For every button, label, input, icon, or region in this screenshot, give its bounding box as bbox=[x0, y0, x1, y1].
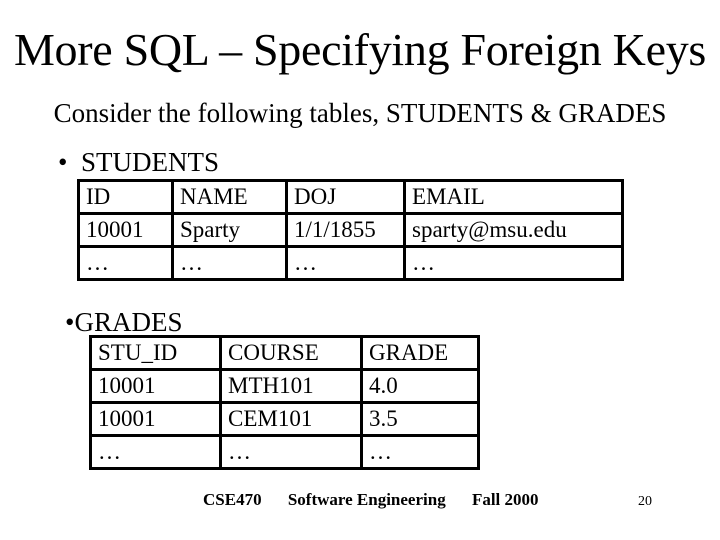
header-cell: GRADE bbox=[360, 335, 480, 371]
footer-course: CSE470 bbox=[203, 490, 262, 509]
header-cell: DOJ bbox=[285, 179, 406, 215]
footer-subject: Software Engineering bbox=[287, 490, 446, 509]
header-cell: STU_ID bbox=[89, 335, 222, 371]
bullet-label: STUDENTS bbox=[80, 147, 219, 177]
header-cell: EMAIL bbox=[403, 179, 624, 215]
bullet-grades: •GRADES bbox=[65, 306, 182, 338]
slide-subtitle: Consider the following tables, STUDENTS … bbox=[53, 98, 667, 128]
table-header-row: STU_ID COURSE GRADE bbox=[89, 335, 480, 371]
table-row: … … … bbox=[89, 434, 480, 470]
header-cell: NAME bbox=[171, 179, 288, 215]
table-cell: … bbox=[285, 245, 406, 281]
table-cell: … bbox=[89, 434, 222, 470]
table-cell: … bbox=[403, 245, 624, 281]
bullet-label: GRADES bbox=[74, 307, 183, 337]
table-row: … … … … bbox=[77, 245, 624, 281]
table-cell: … bbox=[219, 434, 363, 470]
header-cell: COURSE bbox=[219, 335, 363, 371]
table-cell: … bbox=[360, 434, 480, 470]
header-cell: ID bbox=[77, 179, 174, 215]
table-cell: … bbox=[77, 245, 174, 281]
table-row: 10001 CEM101 3.5 bbox=[89, 401, 480, 437]
slide-title: More SQL – Specifying Foreign Keys bbox=[13, 24, 707, 75]
table-cell: 3.5 bbox=[360, 401, 480, 437]
table-cell: 1/1/1855 bbox=[285, 212, 406, 248]
slide-footer: CSE470 Software Engineering Fall 2000 bbox=[203, 490, 561, 510]
table-cell: 10001 bbox=[89, 368, 222, 404]
students-table: ID NAME DOJ EMAIL 10001 Sparty 1/1/1855 … bbox=[77, 179, 624, 281]
table-cell: Sparty bbox=[171, 212, 288, 248]
bullet-icon: • bbox=[58, 147, 68, 177]
footer-term: Fall 2000 bbox=[471, 490, 539, 509]
bullet-students: • STUDENTS bbox=[58, 146, 219, 178]
table-cell: CEM101 bbox=[219, 401, 363, 437]
table-cell: sparty@msu.edu bbox=[403, 212, 624, 248]
table-cell: MTH101 bbox=[219, 368, 363, 404]
table-row: 10001 MTH101 4.0 bbox=[89, 368, 480, 404]
table-cell: 4.0 bbox=[360, 368, 480, 404]
table-header-row: ID NAME DOJ EMAIL bbox=[77, 179, 624, 215]
table-cell: 10001 bbox=[89, 401, 222, 437]
page-number: 20 bbox=[638, 494, 652, 509]
table-row: 10001 Sparty 1/1/1855 sparty@msu.edu bbox=[77, 212, 624, 248]
table-cell: … bbox=[171, 245, 288, 281]
table-cell: 10001 bbox=[77, 212, 174, 248]
grades-table: STU_ID COURSE GRADE 10001 MTH101 4.0 100… bbox=[89, 335, 480, 470]
